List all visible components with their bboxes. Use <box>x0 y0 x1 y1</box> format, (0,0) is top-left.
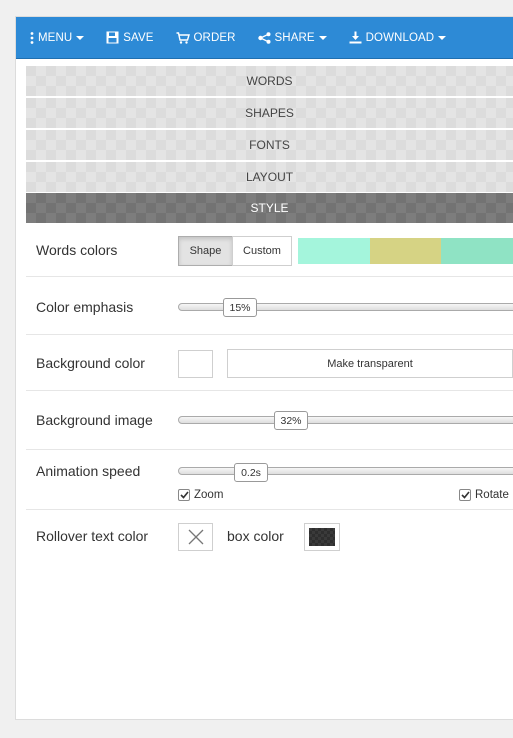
zoom-label: Zoom <box>194 489 224 501</box>
zoom-checkbox[interactable]: Zoom <box>178 489 223 501</box>
animation-speed-label: Animation speed <box>36 463 141 479</box>
row-divider <box>26 390 513 391</box>
menu-label: MENU <box>38 31 73 44</box>
animation-speed-slider[interactable] <box>178 467 513 475</box>
download-icon <box>349 31 362 44</box>
rollover-box-color-swatch[interactable] <box>304 523 340 551</box>
rotate-label: Rotate <box>475 489 509 501</box>
save-label: SAVE <box>123 31 154 44</box>
palette-color-3[interactable] <box>441 238 513 264</box>
box-color-label: box color <box>227 528 284 544</box>
caret-down-icon <box>438 35 447 40</box>
download-label: DOWNLOAD <box>365 31 435 44</box>
row-divider <box>26 509 513 510</box>
section-style[interactable]: STYLE <box>26 193 513 223</box>
menu-button[interactable]: MENU <box>30 17 85 59</box>
section-words[interactable]: WORDS <box>26 66 513 96</box>
checkmark-icon <box>178 489 190 501</box>
words-colors-label: Words colors <box>36 242 118 258</box>
vertical-dots-icon <box>30 31 34 44</box>
palette-color-2[interactable] <box>370 238 441 264</box>
rollover-text-color-swatch[interactable] <box>178 523 213 551</box>
cart-icon <box>176 31 190 44</box>
color-emphasis-handle[interactable]: 15% <box>223 298 257 317</box>
box-color-fill <box>309 528 335 546</box>
section-fonts[interactable]: FONTS <box>26 130 513 160</box>
order-label: ORDER <box>193 31 236 44</box>
shape-colors-button[interactable]: Shape <box>178 236 233 266</box>
section-layout[interactable]: LAYOUT <box>26 162 513 192</box>
save-button[interactable]: SAVE <box>106 17 153 59</box>
download-button[interactable]: DOWNLOAD <box>349 17 447 59</box>
rollover-text-color-label: Rollover text color <box>36 528 149 544</box>
custom-colors-button[interactable]: Custom <box>232 236 292 266</box>
share-button[interactable]: SHARE <box>257 17 327 59</box>
color-emphasis-label: Color emphasis <box>36 299 134 315</box>
share-label: SHARE <box>274 31 315 44</box>
animation-speed-handle[interactable]: 0.2s <box>234 463 268 482</box>
save-icon <box>106 31 119 44</box>
palette-color-1[interactable] <box>298 238 370 264</box>
order-button[interactable]: ORDER <box>176 17 236 59</box>
background-color-label: Background color <box>36 355 145 371</box>
row-divider <box>26 276 513 277</box>
caret-down-icon <box>76 35 85 40</box>
make-transparent-button[interactable]: Make transparent <box>227 349 513 378</box>
row-divider <box>26 449 513 450</box>
section-shapes[interactable]: SHAPES <box>26 98 513 128</box>
checkmark-icon <box>459 489 471 501</box>
no-color-icon <box>188 529 203 545</box>
caret-down-icon <box>318 35 327 40</box>
background-image-slider[interactable] <box>178 416 513 424</box>
app-frame: MENU SAVE ORDER SHARE DOWNLOAD WORDS SHA… <box>16 17 513 719</box>
background-color-swatch[interactable] <box>178 350 213 378</box>
top-toolbar: MENU SAVE ORDER SHARE DOWNLOAD <box>16 17 513 59</box>
background-image-label: Background image <box>36 412 153 428</box>
row-divider <box>26 334 513 335</box>
background-image-handle[interactable]: 32% <box>274 411 308 430</box>
share-icon <box>257 31 271 44</box>
rotate-checkbox[interactable]: Rotate <box>459 489 509 501</box>
